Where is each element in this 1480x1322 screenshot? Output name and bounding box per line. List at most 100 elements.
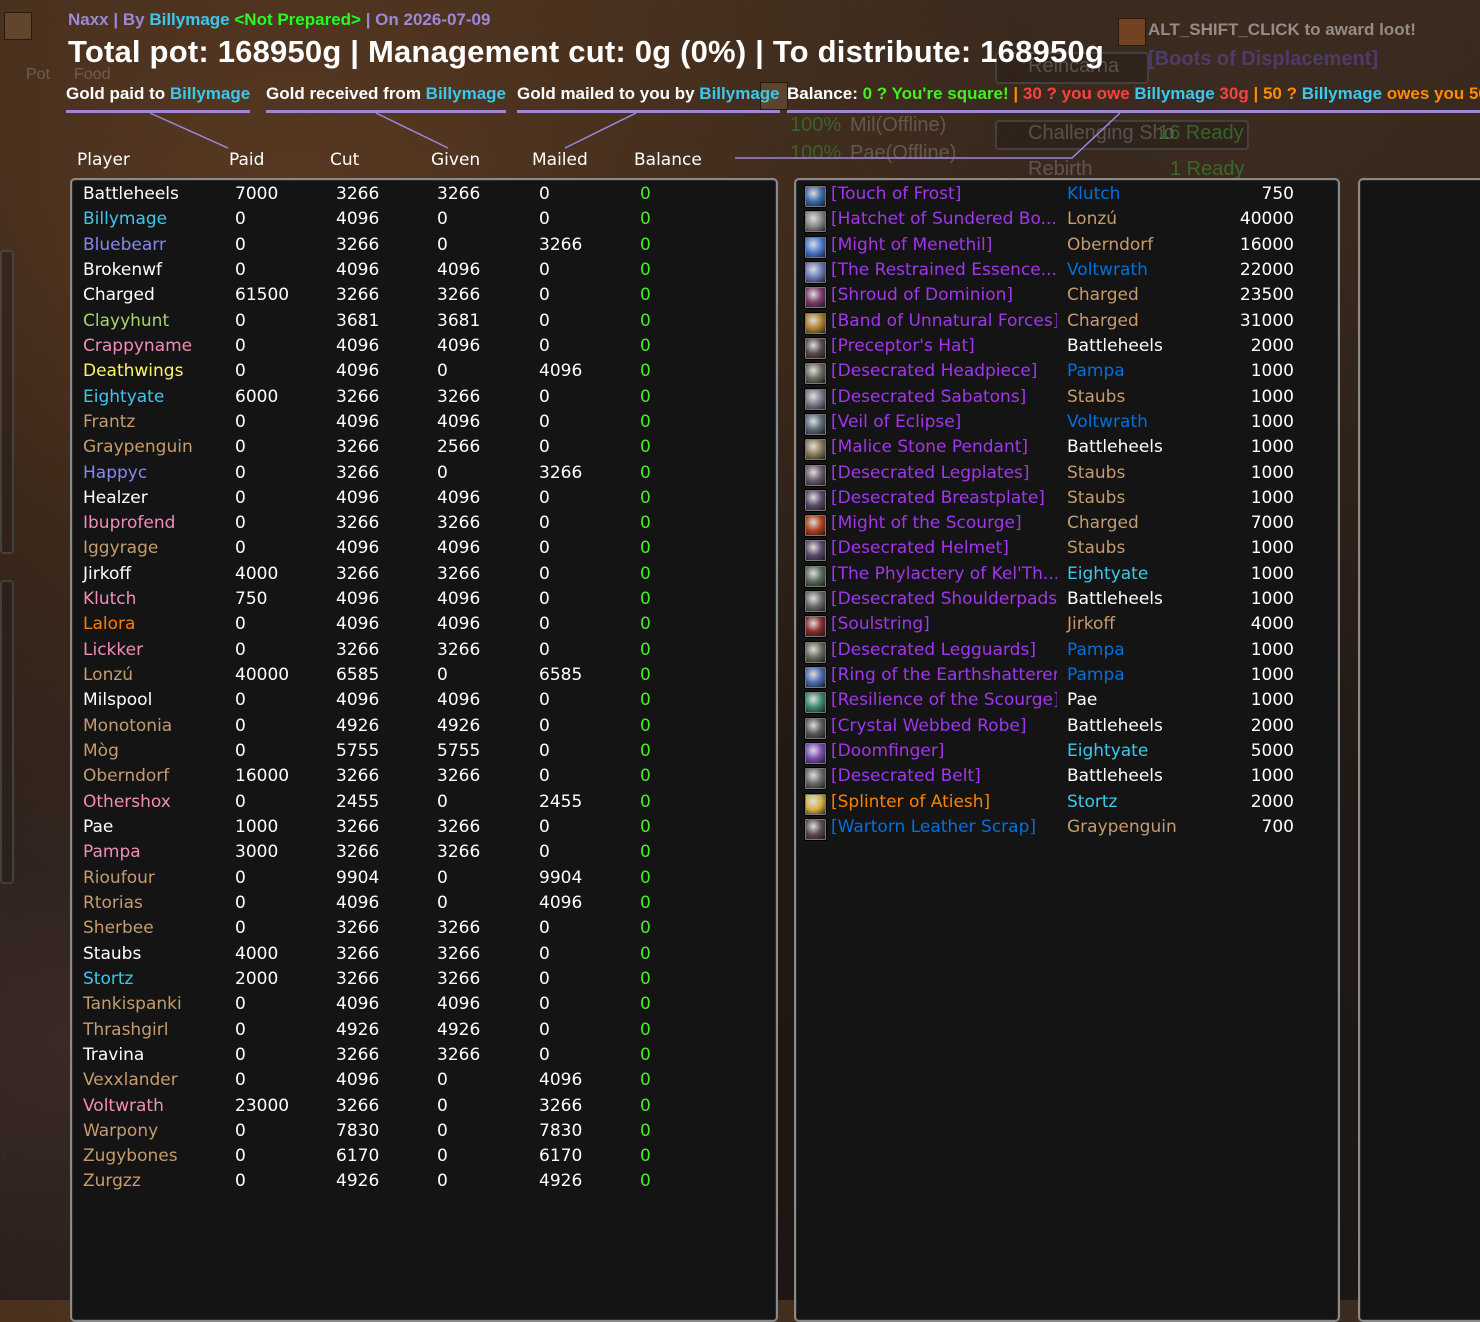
player-row[interactable]: Graypenguin 0 3266 2566 0 0 [72,437,772,462]
player-row[interactable]: Frantz 0 4096 4096 0 0 [72,412,772,437]
player-row[interactable]: Zugybones 0 6170 0 6170 0 [72,1146,772,1171]
player-row[interactable]: Rioufour 0 9904 0 9904 0 [72,868,772,893]
loot-row[interactable]: [The Phylactery of Kel'Th... Eightyate 100… [796,564,1334,589]
item-icon[interactable] [804,564,827,588]
loot-row[interactable]: [Desecrated Helmet] Staubs 1000 [796,538,1334,563]
player-row[interactable]: Ibuprofend 0 3266 3266 0 0 [72,513,772,538]
item-link[interactable]: [Desecrated Sabatons] [831,387,1057,407]
item-icon[interactable] [804,336,827,360]
player-row[interactable]: Deathwings 0 4096 0 4096 0 [72,361,772,386]
loot-row[interactable]: [Desecrated Belt] Battleheels 1000 [796,766,1334,791]
player-row[interactable]: Crappyname 0 4096 4096 0 0 [72,336,772,361]
player-row[interactable]: Happyc 0 3266 0 3266 0 [72,463,772,488]
item-icon[interactable] [804,514,827,538]
item-link[interactable]: [Band of Unnatural Forces] [831,311,1057,331]
item-icon[interactable] [804,438,827,462]
player-row[interactable]: Staubs 4000 3266 3266 0 0 [72,944,772,969]
player-row[interactable]: Travina 0 3266 3266 0 0 [72,1045,772,1070]
item-icon[interactable] [804,488,827,512]
item-link[interactable]: [Shroud of Dominion] [831,285,1057,305]
item-link[interactable]: [Crystal Webbed Robe] [831,716,1057,736]
item-link[interactable]: [Might of the Scourge] [831,513,1057,533]
item-icon[interactable] [804,640,827,664]
loot-row[interactable]: [Desecrated Sabatons] Staubs 1000 [796,387,1334,412]
player-row[interactable]: Tankispanki 0 4096 4096 0 0 [72,994,772,1019]
col-cut[interactable]: Cut [330,150,359,170]
player-row[interactable]: Healzer 0 4096 4096 0 0 [72,488,772,513]
item-link[interactable]: [Doomfinger] [831,741,1057,761]
player-row[interactable]: Sherbee 0 3266 3266 0 0 [72,918,772,943]
item-link[interactable]: [The Phylactery of Kel'Th... [831,564,1057,584]
loot-row[interactable]: [Might of the Scourge] Charged 7000 [796,513,1334,538]
loot-row[interactable]: [Preceptor's Hat] Battleheels 2000 [796,336,1334,361]
item-icon[interactable] [804,666,827,690]
item-icon[interactable] [804,260,827,284]
player-row[interactable]: Iggyrage 0 4096 4096 0 0 [72,538,772,563]
player-row[interactable]: Stortz 2000 3266 3266 0 0 [72,969,772,994]
player-row[interactable]: Milspool 0 4096 4096 0 0 [72,690,772,715]
loot-row[interactable]: [Hatchet of Sundered Bo... Lonzú 40000 [796,209,1334,234]
player-row[interactable]: Monotonia 0 4926 4926 0 0 [72,716,772,741]
loot-row[interactable]: [Soulstring] Jirkoff 4000 [796,614,1334,639]
loot-row[interactable]: [Doomfinger] Eightyate 5000 [796,741,1334,766]
player-row[interactable]: Voltwrath 23000 3266 0 3266 0 [72,1096,772,1121]
loot-row[interactable]: [Desecrated Headpiece] Pampa 1000 [796,361,1334,386]
item-link[interactable]: [Splinter of Atiesh] [831,792,1057,812]
loot-row[interactable]: [Malice Stone Pendant] Battleheels 1000 [796,437,1334,462]
item-icon[interactable] [804,463,827,487]
player-row[interactable]: Brokenwf 0 4096 4096 0 0 [72,260,772,285]
loot-row[interactable]: [Wartorn Leather Scrap] Graypenguin 700 [796,817,1334,842]
item-icon[interactable] [804,412,827,436]
loot-row[interactable]: [Desecrated Shoulderpads] Battleheels 1000 [796,589,1334,614]
item-link[interactable]: [Soulstring] [831,614,1057,634]
player-row[interactable]: Rtorias 0 4096 0 4096 0 [72,893,772,918]
item-icon[interactable] [804,185,827,208]
player-row[interactable]: Lonzú 40000 6585 0 6585 0 [72,665,772,690]
col-given[interactable]: Given [431,150,480,170]
player-row[interactable]: Billymage 0 4096 0 0 0 [72,209,772,234]
loot-row[interactable]: [Touch of Frost] Klutch 750 [796,184,1334,209]
item-link[interactable]: [Desecrated Helmet] [831,538,1057,558]
player-row[interactable]: Bluebearr 0 3266 0 3266 0 [72,235,772,260]
item-link[interactable]: [Veil of Eclipse] [831,412,1057,432]
item-icon[interactable] [804,235,827,259]
item-link[interactable]: [Ring of the Earthshatterer] [831,665,1057,685]
item-icon[interactable] [804,539,827,563]
col-balance[interactable]: Balance [634,150,702,170]
player-row[interactable]: Othershox 0 2455 0 2455 0 [72,792,772,817]
item-link[interactable]: [Desecrated Legguards] [831,640,1057,660]
item-icon[interactable] [804,716,827,740]
player-row[interactable]: Klutch 750 4096 4096 0 0 [72,589,772,614]
loot-row[interactable]: [Desecrated Legplates] Staubs 1000 [796,463,1334,488]
loot-row[interactable]: [Desecrated Breastplate] Staubs 1000 [796,488,1334,513]
col-player[interactable]: Player [77,150,130,170]
item-icon[interactable] [804,590,827,614]
item-icon[interactable] [804,615,827,639]
item-icon[interactable] [804,286,827,310]
loot-list[interactable]: [Touch of Frost] Klutch 750 [Hatchet of Sun… [794,178,1340,1322]
loot-row[interactable]: [Splinter of Atiesh] Stortz 2000 [796,792,1334,817]
player-row[interactable]: Battleheels 7000 3266 3266 0 0 [72,184,772,209]
loot-row[interactable]: [Resilience of the Scourge] Pae 1000 [796,690,1334,715]
player-row[interactable]: Oberndorf 16000 3266 3266 0 0 [72,766,772,791]
loot-row[interactable]: [Ring of the Earthshatterer] Pampa 1000 [796,665,1334,690]
item-icon[interactable] [804,742,827,766]
player-row[interactable]: Charged 61500 3266 3266 0 0 [72,285,772,310]
player-row[interactable]: Lickker 0 3266 3266 0 0 [72,640,772,665]
player-row[interactable]: Vexxlander 0 4096 0 4096 0 [72,1070,772,1095]
item-icon[interactable] [804,210,827,234]
item-icon[interactable] [804,767,827,791]
players-table[interactable]: Battleheels 7000 3266 3266 0 0 Billymage 0 4096 0… [70,178,778,1322]
item-link[interactable]: [Might of Menethil] [831,235,1057,255]
item-link[interactable]: [Desecrated Breastplate] [831,488,1057,508]
item-link[interactable]: [Resilience of the Scourge] [831,690,1057,710]
loot-row[interactable]: [The Restrained Essence... Voltwrath 22000 [796,260,1334,285]
loot-row[interactable]: [Crystal Webbed Robe] Battleheels 2000 [796,716,1334,741]
item-icon[interactable] [804,387,827,411]
item-link[interactable]: [Preceptor's Hat] [831,336,1057,356]
player-row[interactable]: Eightyate 6000 3266 3266 0 0 [72,387,772,412]
loot-row[interactable]: [Desecrated Legguards] Pampa 1000 [796,640,1334,665]
item-link[interactable]: [Desecrated Headpiece] [831,361,1057,381]
item-icon[interactable] [804,792,827,816]
item-icon[interactable] [804,818,827,841]
